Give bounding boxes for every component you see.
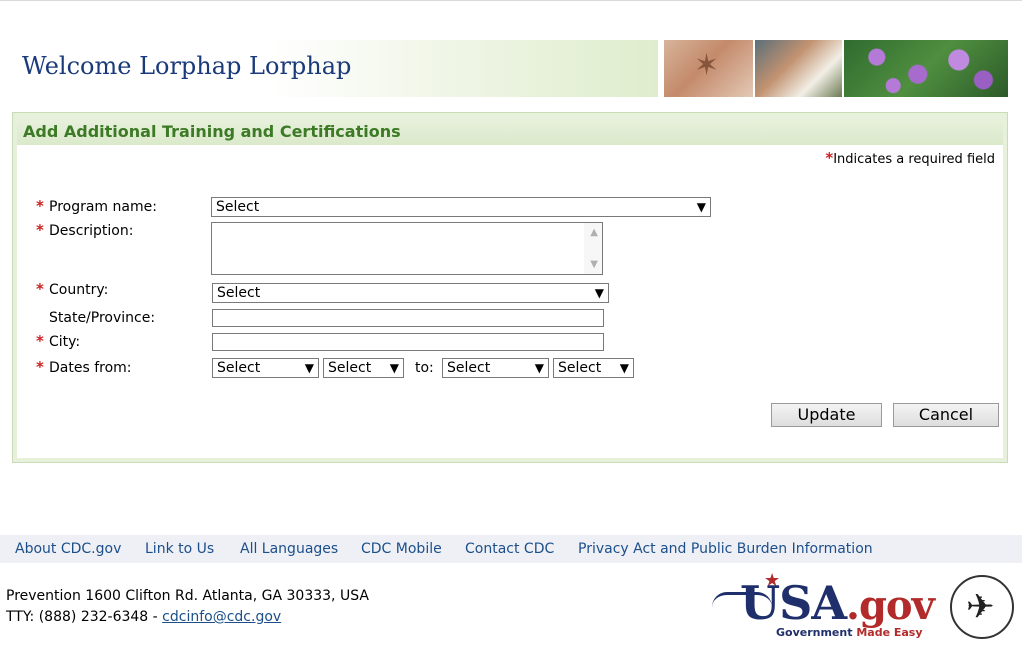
- to-label: to:: [415, 360, 434, 376]
- mosquito-icon: ✶: [694, 48, 720, 83]
- footer-address: Prevention 1600 Clifton Rd. Atlanta, GA …: [6, 586, 369, 628]
- textarea-scrollbar[interactable]: ▲ ▼: [584, 223, 602, 274]
- required-star: *: [36, 358, 44, 376]
- hhs-seal-logo[interactable]: ✈: [950, 575, 1014, 639]
- country-label: * Country:: [36, 280, 109, 298]
- chevron-down-icon: ▼: [389, 361, 399, 375]
- panel-title: Add Additional Training and Certificatio…: [23, 122, 401, 141]
- cancel-button[interactable]: Cancel: [893, 403, 999, 427]
- city-label: * City:: [36, 332, 81, 350]
- scroll-down-icon[interactable]: ▼: [590, 259, 598, 270]
- update-button[interactable]: Update: [771, 403, 882, 427]
- email-link[interactable]: cdcinfo@cdc.gov: [162, 609, 281, 625]
- country-value: Select: [217, 285, 261, 301]
- usagov-wordmark: USA.gov: [740, 576, 935, 630]
- tagline-made-easy: Made Easy: [856, 626, 923, 639]
- usagov-tagline: Government Made Easy: [776, 626, 923, 639]
- tty-text: TTY: (888) 232-6348 -: [6, 609, 158, 625]
- dates-label: * Dates from:: [36, 358, 132, 376]
- to-year-select[interactable]: Select ▼: [553, 358, 634, 378]
- city-label-text: City:: [49, 334, 81, 350]
- address-line: Prevention 1600 Clifton Rd. Atlanta, GA …: [6, 588, 369, 604]
- program-name-value: Select: [216, 199, 260, 215]
- from-year-value: Select: [328, 360, 372, 376]
- to-month-select[interactable]: Select ▼: [442, 358, 549, 378]
- people-image: [755, 40, 842, 97]
- from-month-value: Select: [217, 360, 261, 376]
- footer-link-mobile[interactable]: CDC Mobile: [361, 541, 442, 557]
- to-month-value: Select: [447, 360, 491, 376]
- footer-link-privacy[interactable]: Privacy Act and Public Burden Informatio…: [578, 541, 873, 557]
- required-star: *: [36, 197, 44, 215]
- required-star: *: [825, 149, 834, 167]
- tty-line: TTY: (888) 232-6348 - cdcinfo@cdc.gov: [6, 607, 369, 628]
- welcome-title: Welcome Lorphap Lorphap: [22, 52, 352, 80]
- footer-link-link-to-us[interactable]: Link to Us: [145, 541, 214, 557]
- city-input[interactable]: [212, 333, 604, 351]
- program-name-label: * Program name:: [36, 197, 157, 215]
- chevron-down-icon: ▼: [304, 361, 314, 375]
- from-month-select[interactable]: Select ▼: [212, 358, 319, 378]
- state-label-text: State/Province:: [49, 310, 156, 326]
- chevron-down-icon: ▼: [696, 200, 706, 214]
- bacteria-image: [844, 40, 1008, 97]
- top-divider: [0, 0, 1022, 1]
- usa-text: USA: [740, 576, 847, 630]
- eagle-icon: ✈: [966, 587, 995, 627]
- description-label-text: Description:: [49, 223, 134, 239]
- footer-link-about[interactable]: About CDC.gov: [15, 541, 121, 557]
- chevron-down-icon: ▼: [619, 361, 629, 375]
- required-note-text: Indicates a required field: [833, 152, 995, 167]
- state-label: State/Province:: [49, 310, 155, 326]
- panel-header: Add Additional Training and Certificatio…: [17, 117, 1003, 145]
- chevron-down-icon: ▼: [534, 361, 544, 375]
- footer-link-contact[interactable]: Contact CDC: [465, 541, 554, 557]
- state-input[interactable]: [212, 309, 604, 327]
- required-star: *: [36, 280, 44, 298]
- usagov-logo[interactable]: ★ USA.gov Government Made Easy: [712, 570, 942, 640]
- footer-nav: About CDC.gov Link to Us All Languages C…: [0, 535, 1022, 563]
- program-name-label-text: Program name:: [49, 199, 157, 215]
- country-select[interactable]: Select ▼: [212, 283, 609, 303]
- program-name-select[interactable]: Select ▼: [211, 197, 711, 217]
- gov-text: .gov: [846, 582, 935, 629]
- mosquito-image: ✶: [664, 40, 753, 97]
- dates-label-text: Dates from:: [49, 360, 132, 376]
- tagline-government: Government: [776, 626, 853, 639]
- from-year-select[interactable]: Select ▼: [323, 358, 404, 378]
- scroll-up-icon[interactable]: ▲: [590, 227, 598, 238]
- to-year-value: Select: [558, 360, 602, 376]
- required-star: *: [36, 221, 44, 239]
- country-label-text: Country:: [49, 282, 109, 298]
- required-note: *Indicates a required field: [825, 149, 995, 167]
- chevron-down-icon: ▼: [594, 286, 604, 300]
- footer-link-languages[interactable]: All Languages: [240, 541, 338, 557]
- description-textarea[interactable]: ▲ ▼: [211, 222, 603, 275]
- required-star: *: [36, 332, 44, 350]
- description-label: * Description:: [36, 221, 134, 239]
